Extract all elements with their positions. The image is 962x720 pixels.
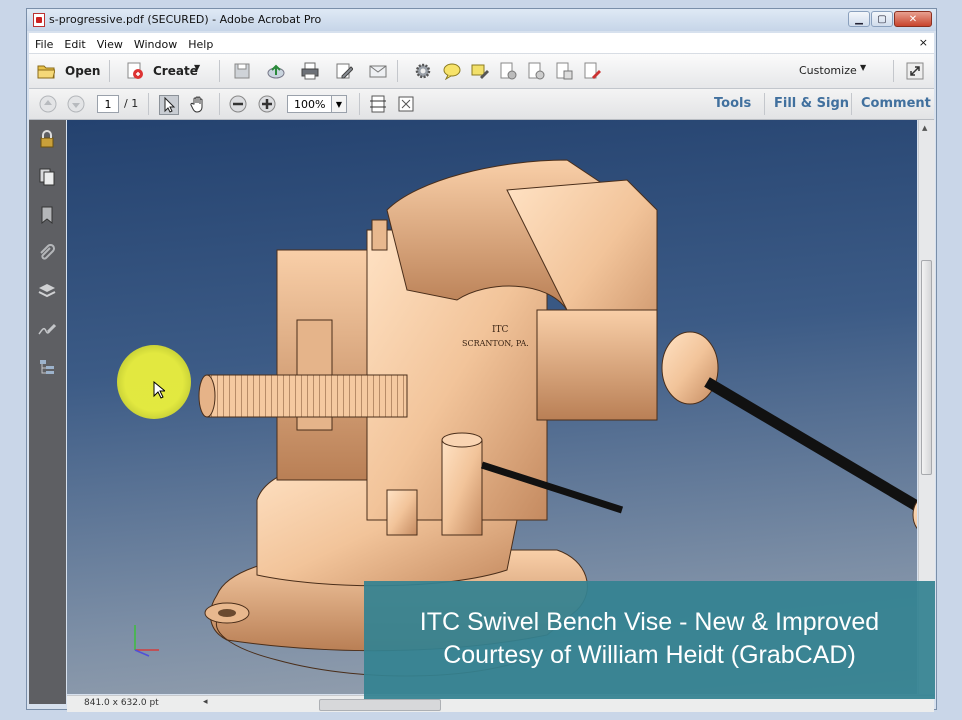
axis-triad-icon xyxy=(134,625,159,657)
highlight-icon[interactable] xyxy=(471,62,489,80)
menu-view[interactable]: View xyxy=(91,34,128,51)
gear-icon[interactable] xyxy=(414,62,432,80)
minimize-button[interactable]: ▁ xyxy=(848,11,870,27)
model-tree-icon[interactable] xyxy=(38,358,56,376)
email-icon[interactable] xyxy=(369,62,387,80)
menu-help[interactable]: Help xyxy=(182,34,218,51)
maximize-button[interactable]: ▢ xyxy=(871,11,893,27)
menu-bar: File Edit View Window Help × xyxy=(29,33,934,54)
page-size-label: 841.0 x 632.0 pt xyxy=(84,698,159,708)
chevron-down-icon[interactable]: ▼ xyxy=(194,63,200,72)
create-pdf-icon[interactable] xyxy=(126,62,144,80)
open-button[interactable]: Open xyxy=(65,64,100,78)
edit-icon[interactable] xyxy=(335,62,353,80)
zoom-dropdown-icon[interactable]: ▼ xyxy=(331,95,347,113)
signature-icon[interactable] xyxy=(38,320,56,338)
horizontal-scroll-thumb[interactable] xyxy=(319,699,441,711)
caption-line-1: ITC Swivel Bench Vise - New & Improved xyxy=(419,608,880,636)
video-caption-overlay: ITC Swivel Bench Vise - New & Improved C… xyxy=(364,581,935,699)
full-screen-icon[interactable] xyxy=(397,95,415,113)
pdf-app-icon xyxy=(33,13,45,27)
hand-tool-icon[interactable] xyxy=(189,95,207,113)
model-engraving-city: SCRANTON, PA. xyxy=(462,339,529,348)
menu-file[interactable]: File xyxy=(29,34,58,51)
menu-window[interactable]: Window xyxy=(128,34,182,51)
fill-sign-pane-button[interactable]: Fill & Sign xyxy=(774,96,849,111)
doc-sign-icon[interactable] xyxy=(583,62,601,80)
navigation-toolbar: 1 / 1 100% ▼ Tools Fill & Sign Comment xyxy=(29,89,934,120)
pages-icon[interactable] xyxy=(38,168,56,186)
comment-pane-button[interactable]: Comment xyxy=(861,96,931,111)
doc-lock-icon[interactable] xyxy=(499,62,517,80)
expand-icon[interactable] xyxy=(906,62,924,80)
close-button[interactable]: ✕ xyxy=(894,11,932,27)
create-button[interactable]: Create xyxy=(153,64,198,78)
model-engraving-itc: ITC xyxy=(492,325,509,335)
navigation-panel xyxy=(29,120,66,704)
attachment-icon[interactable] xyxy=(38,244,56,262)
lock-icon[interactable] xyxy=(38,130,56,148)
previous-page-icon[interactable] xyxy=(39,95,57,113)
page-total: / 1 xyxy=(124,97,139,110)
select-tool-icon[interactable] xyxy=(159,95,179,115)
page-number-input[interactable]: 1 xyxy=(97,95,119,113)
save-icon[interactable] xyxy=(233,62,251,80)
scroll-up-icon[interactable]: ▲ xyxy=(922,124,927,132)
bookmark-icon[interactable] xyxy=(38,206,56,224)
print-icon[interactable] xyxy=(301,62,319,80)
upload-icon[interactable] xyxy=(267,62,285,80)
menu-edit[interactable]: Edit xyxy=(58,34,90,51)
caption-line-2: Courtesy of William Heidt (GrabCAD) xyxy=(443,641,856,669)
vertical-scroll-thumb[interactable] xyxy=(921,260,932,475)
customize-chevron-icon[interactable]: ▼ xyxy=(860,63,866,72)
zoom-in-icon[interactable] xyxy=(258,95,276,113)
next-page-icon[interactable] xyxy=(67,95,85,113)
comment-icon[interactable] xyxy=(443,62,461,80)
zoom-out-icon[interactable] xyxy=(229,95,247,113)
mouse-cursor-icon xyxy=(153,381,165,399)
main-toolbar: Open Create ▼ Customize ▼ xyxy=(29,54,934,89)
title-bar: s-progressive.pdf (SECURED) - Adobe Acro… xyxy=(27,9,936,31)
tools-pane-button[interactable]: Tools xyxy=(714,96,751,111)
customize-button[interactable]: Customize xyxy=(799,64,857,77)
fit-page-icon[interactable] xyxy=(369,95,387,113)
doc-export-icon[interactable] xyxy=(555,62,573,80)
doc-gear-icon[interactable] xyxy=(527,62,545,80)
document-close-button[interactable]: × xyxy=(919,36,928,49)
scroll-left-icon[interactable]: ◂ xyxy=(203,697,208,707)
window-title: s-progressive.pdf (SECURED) - Adobe Acro… xyxy=(49,13,322,26)
folder-icon[interactable] xyxy=(37,62,55,80)
layers-icon[interactable] xyxy=(38,282,56,300)
